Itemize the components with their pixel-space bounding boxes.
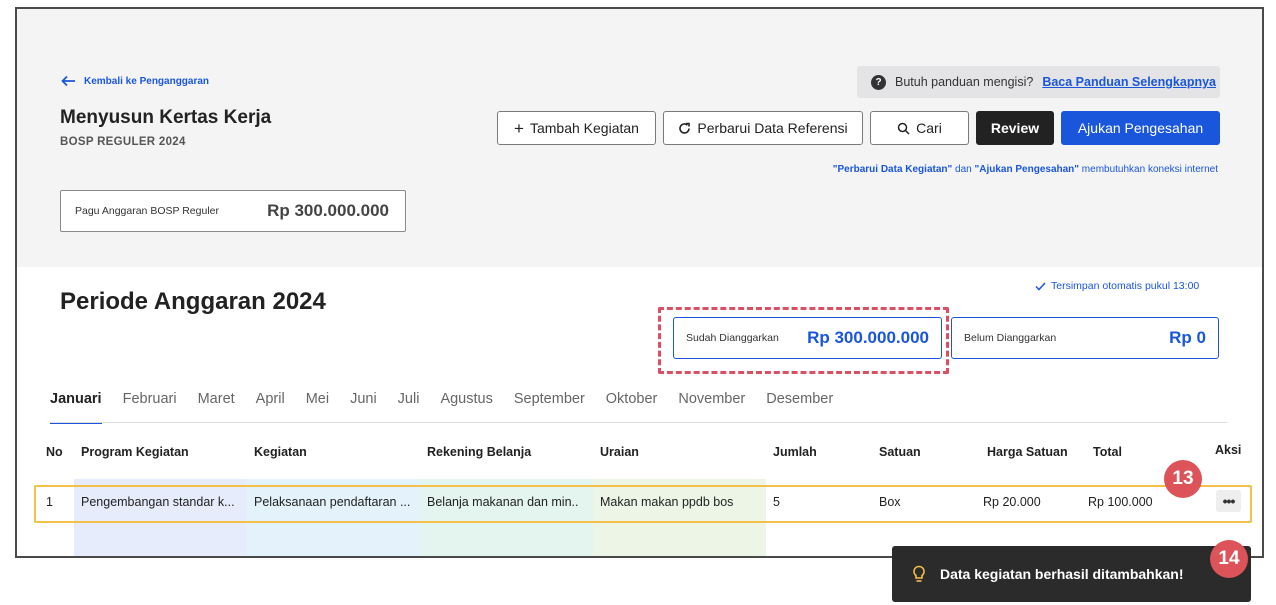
plus-icon: + — [514, 118, 524, 138]
cell-satuan: Box — [879, 495, 901, 509]
cell-no: 1 — [46, 495, 53, 509]
unbudgeted-box: Belum Dianggarkan Rp 0 — [951, 317, 1219, 359]
month-tabs: Januari Februari Maret April Mei Juni Ju… — [50, 390, 833, 424]
review-button[interactable]: Review — [976, 111, 1054, 145]
cell-jumlah: 5 — [773, 495, 780, 509]
col-header-jumlah: Jumlah — [773, 445, 817, 459]
check-icon — [1035, 281, 1046, 291]
arrow-left-icon — [61, 75, 75, 87]
note-part-4: membutuhkan koneksi internet — [1079, 164, 1218, 175]
add-activity-label: Tambah Kegiatan — [529, 120, 639, 136]
col-header-uraian: Uraian — [600, 445, 639, 459]
refresh-reference-label: Perbarui Data Referensi — [697, 120, 848, 136]
tab-agustus[interactable]: Agustus — [440, 390, 492, 424]
tab-divider — [50, 422, 1227, 423]
lightbulb-icon — [913, 565, 925, 582]
back-link[interactable]: Kembali ke Penganggaran — [61, 75, 209, 87]
cell-harga: Rp 20.000 — [983, 495, 1041, 509]
more-actions-button[interactable]: ••• — [1216, 490, 1241, 512]
page-title: Menyusun Kertas Kerja — [60, 107, 272, 128]
cell-uraian: Makan makan ppdb bos — [600, 495, 734, 509]
search-label: Cari — [916, 120, 942, 136]
col-header-no: No — [46, 445, 63, 459]
autosave-text: Tersimpan otomatis pukul 13:00 — [1051, 280, 1200, 292]
search-icon — [897, 122, 910, 135]
col-header-program: Program Kegiatan — [81, 445, 189, 459]
tab-januari[interactable]: Januari — [50, 390, 102, 424]
col-header-aksi: Aksi — [1215, 443, 1242, 457]
page-subtitle: BOSP REGULER 2024 — [60, 136, 186, 148]
step-marker-13: 13 — [1164, 460, 1202, 498]
success-toast: Data kegiatan berhasil ditambahkan! — [892, 546, 1251, 602]
pagu-value: Rp 300.000.000 — [267, 201, 389, 220]
tab-juni[interactable]: Juni — [350, 390, 377, 424]
col-header-kegiatan: Kegiatan — [254, 445, 307, 459]
back-link-label: Kembali ke Penganggaran — [84, 75, 210, 87]
col-header-satuan: Satuan — [879, 445, 921, 459]
header-section: Kembali ke Penganggaran Menyusun Kertas … — [17, 9, 1262, 267]
cell-kegiatan: Pelaksanaan pendaftaran ... — [254, 495, 411, 509]
app-window: Kembali ke Penganggaran Menyusun Kertas … — [15, 7, 1264, 558]
pagu-label: Pagu Anggaran BOSP Reguler — [75, 205, 219, 217]
col-header-rekening: Rekening Belanja — [427, 445, 532, 459]
col-header-harga: Harga Satuan — [987, 445, 1068, 459]
note-part-2: dan — [952, 164, 975, 175]
col-header-total: Total — [1093, 445, 1122, 459]
tab-juli[interactable]: Juli — [398, 390, 420, 424]
budgeted-value: Rp 300.000.000 — [807, 328, 929, 347]
pagu-anggaran-box: Pagu Anggaran BOSP Reguler Rp 300.000.00… — [60, 190, 406, 232]
autosave-status: Tersimpan otomatis pukul 13:00 — [1035, 280, 1199, 292]
tab-maret[interactable]: Maret — [198, 390, 235, 424]
unbudgeted-label: Belum Dianggarkan — [964, 332, 1057, 344]
question-icon: ? — [871, 74, 886, 90]
submit-approval-button[interactable]: Ajukan Pengesahan — [1061, 111, 1220, 145]
refresh-icon — [679, 122, 691, 134]
add-activity-button[interactable]: + Tambah Kegiatan — [497, 111, 656, 145]
toast-message: Data kegiatan berhasil ditambahkan! — [940, 566, 1184, 582]
tab-september[interactable]: September — [514, 390, 585, 424]
tab-november[interactable]: November — [678, 390, 745, 424]
search-button[interactable]: Cari — [870, 111, 969, 145]
unbudgeted-value: Rp 0 — [1169, 328, 1206, 347]
cell-rekening: Belanja makanan dan min.. — [427, 495, 579, 509]
note-part-1: "Perbarui Data Kegiatan" — [832, 164, 953, 175]
tab-mei[interactable]: Mei — [306, 390, 329, 424]
tab-februari[interactable]: Februari — [123, 390, 177, 424]
tab-oktober[interactable]: Oktober — [606, 390, 658, 424]
help-text: Butuh panduan mengisi? — [895, 75, 1034, 89]
connection-note: "Perbarui Data Kegiatan" dan "Ajukan Pen… — [833, 164, 1218, 175]
cell-total: Rp 100.000 — [1088, 495, 1153, 509]
period-title: Periode Anggaran 2024 — [60, 288, 326, 315]
help-banner: ? Butuh panduan mengisi? Baca Panduan Se… — [857, 66, 1220, 98]
help-link[interactable]: Baca Panduan Selengkapnya — [1042, 75, 1216, 89]
refresh-reference-button[interactable]: Perbarui Data Referensi — [663, 111, 863, 145]
note-part-3: "Ajukan Pengesahan" — [974, 164, 1080, 175]
tab-desember[interactable]: Desember — [766, 390, 833, 424]
cell-program: Pengembangan standar k... — [81, 495, 235, 509]
step-marker-14: 14 — [1210, 540, 1248, 578]
tab-april[interactable]: April — [256, 390, 285, 424]
budgeted-label: Sudah Dianggarkan — [686, 332, 779, 344]
budgeted-box: Sudah Dianggarkan Rp 300.000.000 — [673, 317, 942, 359]
